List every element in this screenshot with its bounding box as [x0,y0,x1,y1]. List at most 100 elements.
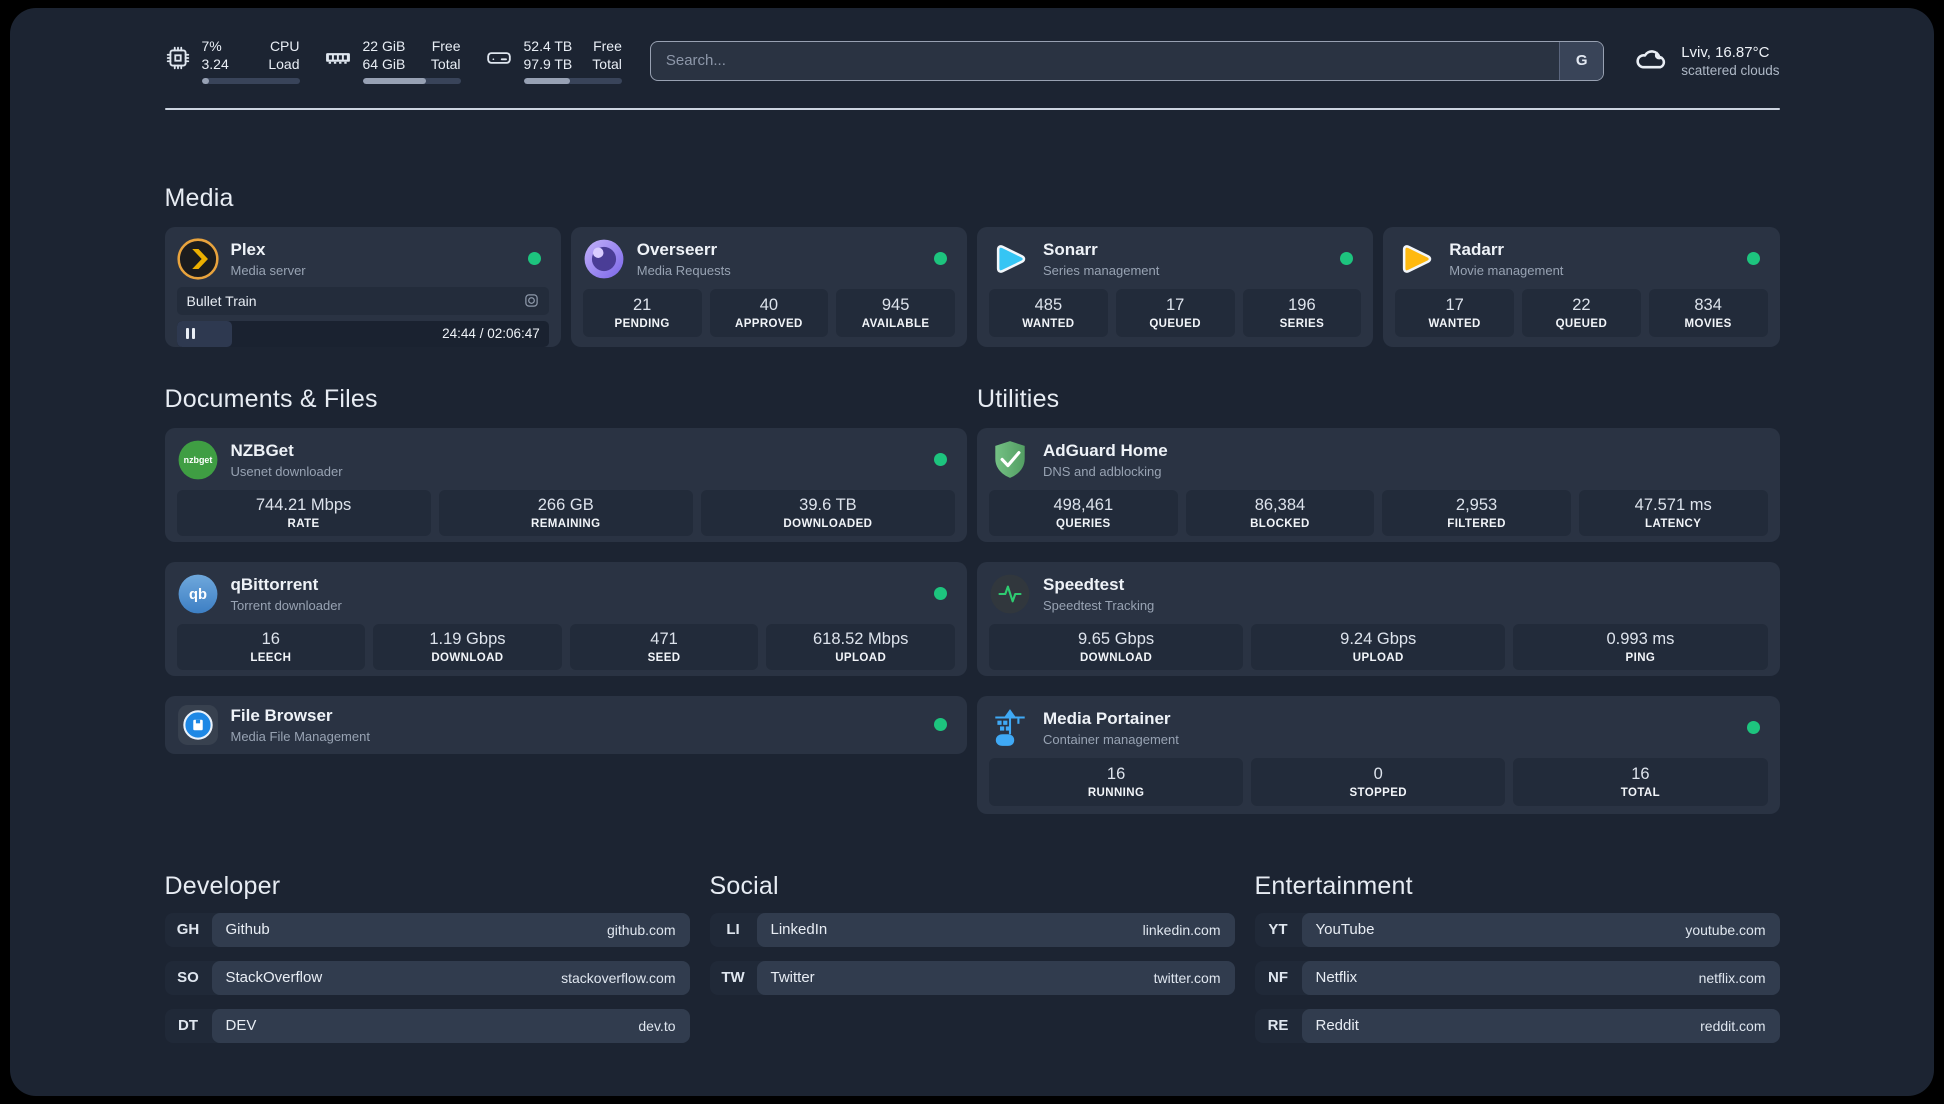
ram-free: 22 GiB [362,38,406,54]
section-title-entertainment: Entertainment [1254,871,1413,900]
section-title-developer: Developer [164,871,281,900]
link-stackoverflow[interactable]: SO StackOverflow stackoverflow.com [164,960,690,995]
system-stats: 7% CPU 3.24 Load 22 GiB Free 64 GiB Tota… [165,38,622,84]
speedtest-icon [989,573,1031,615]
svg-text:qb: qb [189,587,207,603]
cast-icon[interactable] [524,293,539,308]
app-card-overseerr[interactable]: Overseerr Media Requests 21 PENDING 40 APP… [570,226,967,347]
link-label: LinkedIn [770,921,828,939]
now-playing-row: Bullet Train [176,286,549,315]
stat-tile: 16 LEECH [176,623,366,670]
cpu-load-label: Load [268,55,300,72]
link-reddit[interactable]: RE Reddit reddit.com [1254,1008,1780,1043]
app-card-radarr[interactable]: Radarr Movie management 17 WANTED 22 QUEUE… [1383,226,1780,347]
disk-stat: 52.4 TB Free 97.9 TB Total [485,38,622,84]
ram-progress-track [362,77,461,84]
ram-stat: 22 GiB Free 64 GiB Total [324,38,461,84]
stat-tile: 47.571 ms LATENCY [1578,489,1768,536]
stat-tile: 0.993 ms PING [1513,623,1768,670]
ram-free-label: Free [431,38,461,54]
stat-tile: 2,953 FILTERED [1382,489,1571,536]
disk-total-label: Total [592,55,622,72]
app-card-nzbget[interactable]: nzbget NZBGet Usenet downloader 744.21 M… [164,427,967,542]
link-label: Twitter [770,969,815,987]
stat-tile: 16 RUNNING [989,757,1244,806]
app-desc: Media File Management [230,728,370,744]
cloud-icon [1632,41,1668,80]
disk-free-label: Free [593,38,622,54]
status-online-dot [1746,252,1760,266]
link-github[interactable]: GH Github github.com [164,912,690,947]
dashboard: 7% CPU 3.24 Load 22 GiB Free 64 GiB Tota… [10,8,1934,1096]
link-netflix[interactable]: NF Netflix netflix.com [1254,960,1780,995]
app-name: Plex [230,240,266,260]
section-title-utilities: Utilities [977,384,1060,413]
stat-tile: 9.24 Gbps UPLOAD [1251,623,1506,670]
link-url: dev.to [638,1017,676,1034]
section-title-documents: Documents & Files [164,384,378,413]
pause-icon[interactable] [185,328,195,340]
link-abbr: SO [177,969,199,987]
app-name: Media Portainer [1043,709,1171,729]
media-grid: Plex Media server Bullet Train 24:44 / 0… [164,226,1780,347]
plex-icon [176,238,219,280]
link-label: StackOverflow [225,969,323,987]
app-name: Speedtest [1043,575,1125,595]
app-card-filebrowser[interactable]: File Browser Media File Management [164,695,967,754]
disk-total: 97.9 TB [523,55,573,72]
app-desc: Torrent downloader [230,597,342,613]
header-divider [164,107,1780,110]
app-card-speedtest[interactable]: Speedtest Speedtest Tracking 9.65 Gbps DO… [977,561,1780,676]
status-online-dot [1746,721,1760,735]
weather-location-temp: Lviv, 16.87°C [1681,43,1770,61]
stat-tile: 485 WANTED [989,288,1108,337]
cpu-percent: 7% [201,38,222,54]
playback-progress-bar[interactable]: 24:44 / 02:06:47 [176,320,549,347]
app-name: NZBGet [230,441,294,461]
search-input[interactable] [649,40,1605,81]
ram-total: 64 GiB [362,55,406,72]
disk-progress-track [523,77,622,84]
cpu-stat: 7% CPU 3.24 Load [165,38,300,84]
link-youtube[interactable]: YT YouTube youtube.com [1254,912,1780,947]
link-url: stackoverflow.com [561,969,676,986]
app-desc: Series management [1043,262,1160,278]
portainer-icon [989,707,1031,749]
stat-tile: 0 STOPPED [1251,757,1506,806]
app-card-portainer[interactable]: Media Portainer Container management 16 R… [977,695,1780,814]
stat-tile: 16 TOTAL [1513,757,1768,806]
app-card-qbittorrent[interactable]: qb qBittorrent Torrent downloader 16 LEEC… [164,561,967,676]
app-card-plex[interactable]: Plex Media server Bullet Train 24:44 / 0… [164,226,561,347]
stat-tile: 744.21 Mbps RATE [176,489,431,536]
link-label: Reddit [1315,1017,1359,1035]
link-abbr: DT [178,1017,198,1035]
stat-tile: 22 QUEUED [1522,288,1641,337]
stat-tile: 40 APPROVED [709,288,829,337]
link-label: DEV [225,1017,257,1035]
status-online-dot [1340,252,1354,266]
section-title-social: Social [709,871,779,900]
search-engine-button[interactable]: G [1559,41,1604,80]
link-url: linkedin.com [1142,921,1221,938]
stat-tile: 196 SERIES [1242,288,1362,337]
adguard-icon [989,439,1031,481]
stat-tile: 21 PENDING [582,288,702,337]
stat-tile: 498,461 QUERIES [989,489,1178,536]
app-desc: Media Requests [636,262,731,278]
cpu-icon [165,45,191,76]
app-card-adguard[interactable]: AdGuard Home DNS and adblocking 498,461 Q… [977,427,1780,542]
link-dev[interactable]: DT DEV dev.to [164,1008,690,1043]
app-name: Sonarr [1043,240,1098,260]
stat-tile: 86,384 BLOCKED [1185,489,1375,536]
app-desc: Usenet downloader [230,463,343,479]
app-card-sonarr[interactable]: Sonarr Series management 485 WANTED 17 QUE… [977,226,1374,347]
ram-progress-fill [362,77,427,84]
weather-widget: Lviv, 16.87°C scattered clouds [1632,41,1780,80]
disk-free: 52.4 TB [523,38,573,54]
app-name: Overseerr [636,240,718,260]
stat-tile: 1.19 Gbps DOWNLOAD [373,623,562,670]
stat-tile: 945 AVAILABLE [836,288,955,337]
link-linkedin[interactable]: LI LinkedIn linkedin.com [709,912,1235,947]
filebrowser-icon [177,704,219,746]
link-twitter[interactable]: TW Twitter twitter.com [709,960,1235,995]
